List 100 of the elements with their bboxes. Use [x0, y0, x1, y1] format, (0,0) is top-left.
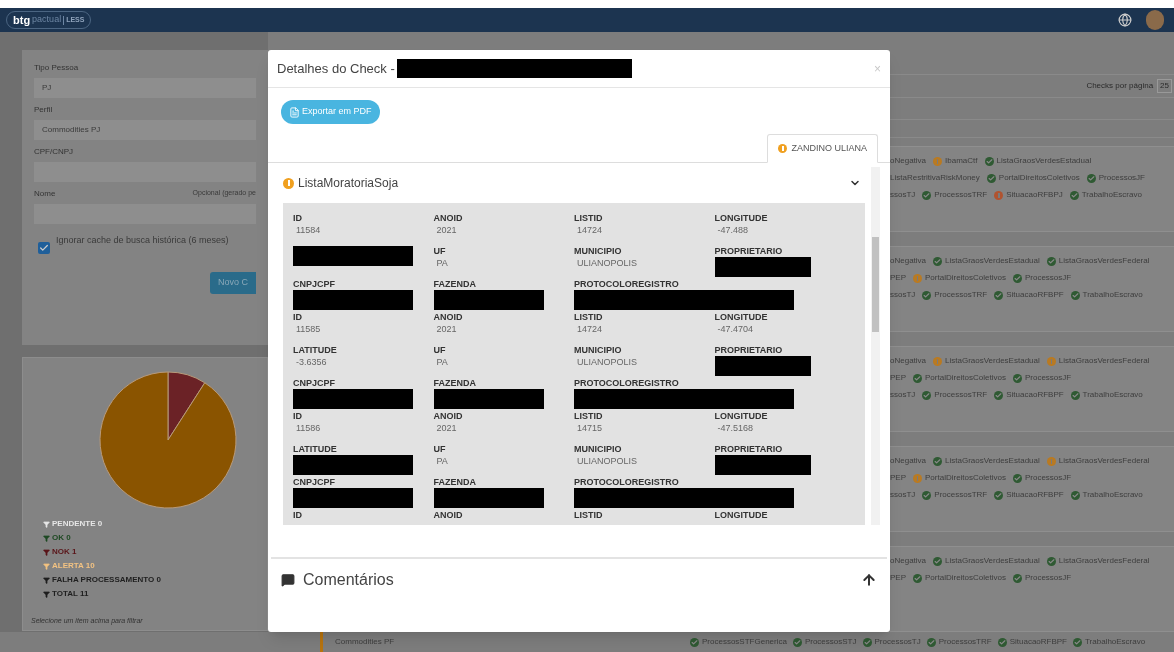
status-tag: ProcessosTRF — [934, 189, 988, 201]
check-circle-icon — [913, 373, 922, 383]
field-label: LISTID — [574, 312, 604, 323]
field-label: ID — [293, 312, 303, 323]
field-label: MUNICIPIO — [574, 345, 623, 356]
per-page-field[interactable]: 25 — [1157, 79, 1172, 94]
field-value: PA — [435, 455, 449, 467]
check-circle-icon — [1070, 390, 1080, 400]
check-circle-icon — [1012, 573, 1022, 583]
legend-item[interactable]: ALERTA 10 — [52, 560, 95, 572]
check-circle-icon — [1070, 490, 1080, 500]
export-pdf-button[interactable]: Exportar em PDF — [281, 100, 380, 124]
filter-icon — [43, 562, 50, 570]
check-circle-icon — [994, 390, 1004, 400]
status-tag: ListaGraosVerdesEstadual — [945, 255, 1040, 267]
field-label: Tipo Pessoa — [34, 62, 79, 74]
field-label: PROPRIETARIO — [714, 246, 784, 257]
section-title[interactable]: ListaMoratoriaSoja — [298, 174, 399, 192]
status-tag: ProcessosTRF — [938, 636, 992, 648]
status-tag: ProcessosTRF — [934, 289, 988, 301]
field-label: ANOID — [433, 411, 464, 422]
check-circle-icon — [994, 490, 1004, 500]
field-label: FAZENDA — [433, 378, 477, 389]
field-label: LONGITUDE — [714, 510, 769, 521]
avatar[interactable] — [1146, 10, 1164, 30]
legend-item[interactable]: PENDENTE 0 — [52, 518, 103, 530]
check-circle-icon — [994, 290, 1004, 300]
check-circle-icon — [913, 573, 922, 583]
submit-button[interactable]: Novo C — [210, 272, 256, 294]
status-tag: SituacaoRFBPF — [1006, 489, 1064, 501]
field-value: PA — [435, 356, 449, 368]
check-circle-icon — [792, 637, 802, 647]
field-value: -47.5168 — [716, 422, 755, 434]
check-circle-icon — [1070, 290, 1080, 300]
field-label: LATITUDE — [293, 345, 338, 356]
field-label: CNPJCPF — [293, 279, 336, 290]
field-label: UF — [433, 246, 447, 257]
field-value: 2021 — [435, 422, 458, 434]
status-tag: PortalDireitosColetivos — [925, 372, 1006, 384]
pdf-file-icon — [289, 106, 300, 118]
field-label: ID — [293, 411, 303, 422]
field-label: PROPRIETARIO — [714, 345, 784, 356]
check-card[interactable]: oNegativa ListaGraosVerdesEstadual ListaGraosVerdesFederal PEP PortalDireitosColetivos ProcessosJF — [890, 546, 1174, 632]
field-label: LONGITUDE — [714, 312, 769, 323]
status-tag: SituacaoRFBPF — [1006, 389, 1064, 401]
legend-item[interactable]: FALHA PROCESSAMENTO 0 — [52, 574, 161, 586]
field-value: -3.6356 — [295, 356, 328, 368]
status-tag: ListaGraosVerdesFederal — [1058, 255, 1150, 267]
check-circle-icon — [1086, 173, 1096, 183]
field-value: 11584 — [295, 224, 322, 236]
field-label: LISTID — [574, 213, 604, 224]
field-label: PROPRIETARIO — [714, 444, 784, 455]
status-tag: PEP — [890, 272, 906, 284]
check-circle-icon — [933, 456, 943, 466]
check-circle-icon — [922, 290, 932, 300]
filter-icon — [43, 548, 50, 556]
close-button[interactable]: × — [874, 59, 881, 78]
scrollbar[interactable] — [871, 167, 880, 525]
person-tab[interactable]: ZANDINO ULIANA — [767, 134, 878, 163]
globe-icon[interactable] — [1118, 13, 1132, 27]
field-label: CNPJCPF — [293, 477, 336, 488]
status-tag: PortalDireitosColetivos — [925, 472, 1006, 484]
field-label: FAZENDA — [433, 477, 477, 488]
checkbox[interactable] — [38, 242, 50, 254]
status-tag: ProcessosTRF — [934, 389, 988, 401]
field-value: -47.4704 — [716, 323, 755, 335]
comments-title[interactable]: Comentários — [303, 568, 394, 592]
input-field[interactable]: PJ — [34, 78, 256, 98]
exclamation-circle-icon — [913, 273, 922, 283]
pie-slice[interactable] — [99, 371, 237, 509]
field-value: 11586 — [295, 422, 322, 434]
input-field[interactable]: Commodities PJ — [34, 120, 256, 140]
check-circle-icon — [1046, 256, 1056, 266]
field-value: 11585 — [295, 323, 322, 335]
status-tag: oNegativa — [890, 255, 927, 267]
legend-item[interactable]: NOK 1 — [52, 546, 77, 558]
field-label: MUNICIPIO — [574, 444, 623, 455]
field-label: UF — [433, 345, 447, 356]
per-page-label: Checks por página — [1086, 80, 1154, 93]
status-tag: TrabalhoEscravo — [1082, 389, 1143, 401]
field-label: MUNICIPIO — [574, 246, 623, 257]
dialog-title: Detalhes do Check - — [277, 59, 395, 78]
field-value: ULIANOPOLIS — [576, 257, 639, 269]
filter-icon — [43, 576, 50, 584]
check-circle-icon — [926, 637, 936, 647]
warning-icon — [283, 177, 294, 189]
legend-item[interactable]: OK 0 — [52, 532, 71, 544]
check-circle-icon — [1012, 473, 1022, 483]
check-circle-icon — [933, 556, 943, 566]
status-tag: PEP — [890, 572, 906, 584]
field-value: PA — [435, 257, 449, 269]
status-tag: SituacaoRFBPJ — [1006, 189, 1063, 201]
status-tag: PortalDireitosColetivos — [998, 172, 1080, 184]
legend-total[interactable]: TOTAL 11 — [52, 588, 89, 600]
check-circle-icon — [933, 256, 943, 266]
check-circle-icon — [922, 390, 932, 400]
status-tag: SituacaoRFBPF — [1006, 289, 1064, 301]
check-circle-icon — [1046, 556, 1056, 566]
field-value: ULIANOPOLIS — [576, 455, 639, 467]
status-tag: oNegativa — [890, 155, 927, 167]
